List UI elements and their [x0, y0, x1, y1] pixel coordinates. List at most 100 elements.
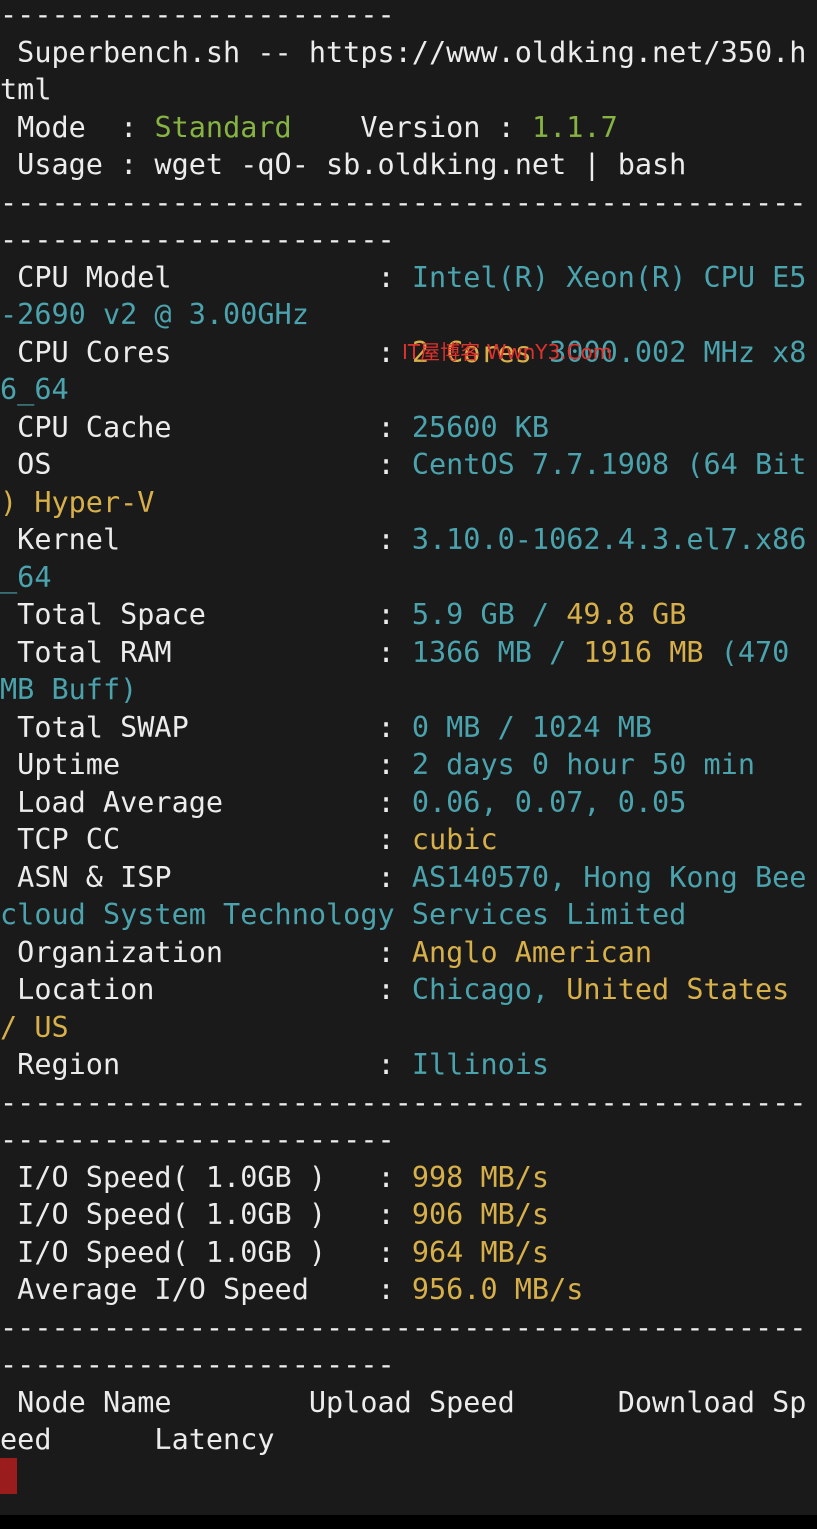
terminal-text-segment: 1366 MB /	[411, 635, 584, 669]
terminal-line: I/O Speed( 1.0GB ) : 964 MB/s	[0, 1234, 549, 1272]
terminal-line: I/O Speed( 1.0GB ) : 906 MB/s	[0, 1196, 549, 1234]
terminal-text-segment: CPU Cores :	[0, 335, 412, 369]
terminal-line: -----------------------	[0, 1121, 395, 1159]
terminal-text-segment: 1916 MB	[583, 635, 704, 669]
terminal-text-segment: cloud System Technology Services Limited	[0, 898, 687, 931]
terminal-text-segment: Standard	[154, 110, 292, 144]
terminal-text-segment: 906 MB/s	[411, 1198, 550, 1231]
terminal-line: Uptime : 2 days 0 hour 50 min	[0, 746, 755, 784]
terminal-text-segment: Intel(R) Xeon(R) CPU E5	[411, 260, 807, 294]
terminal-text-segment: Total Space :	[0, 598, 412, 631]
terminal-line: -----------------------	[0, 0, 395, 34]
terminal-line: Superbench.sh -- https://www.oldking.net…	[0, 34, 806, 72]
terminal-line: 6_64	[0, 371, 69, 409]
terminal-text-segment: I/O Speed( 1.0GB ) :	[0, 1160, 412, 1194]
terminal-text-segment: (470	[703, 635, 790, 669]
terminal-text-segment: Superbench.sh -- https://www.oldking.net…	[0, 35, 807, 69]
terminal-text-segment: tml	[0, 73, 52, 106]
terminal-text-segment: Mode :	[0, 110, 155, 144]
terminal-line: _64	[0, 559, 51, 597]
terminal-text-segment: Uptime :	[0, 748, 412, 781]
terminal-line: Usage : wget -qO- sb.oldking.net | bash	[0, 146, 686, 184]
terminal-text-segment: -----------------------	[0, 0, 395, 31]
terminal-line: -----------------------	[0, 1346, 395, 1384]
terminal-line: CPU Model : Intel(R) Xeon(R) CPU E5	[0, 259, 806, 297]
terminal-text-segment: 0 MB / 1024 MB	[411, 710, 653, 744]
terminal-line: ----------------------------------------…	[0, 1309, 806, 1347]
terminal-text-segment: ----------------------------------------…	[0, 1085, 807, 1119]
terminal-text-segment: 0.06, 0.07, 0.05	[411, 785, 687, 819]
terminal-text-segment: CPU Cache :	[0, 410, 412, 444]
terminal-cursor	[0, 1458, 17, 1494]
terminal-text-segment: / US	[0, 1010, 69, 1044]
terminal-text-segment: Anglo American	[411, 935, 653, 969]
terminal-text-segment: 964 MB/s	[411, 1235, 550, 1269]
terminal-text-segment: Load Average :	[0, 785, 412, 819]
terminal-text-segment: Illinois	[411, 1048, 550, 1081]
terminal-text-segment: 2 days 0 hour 50 min	[411, 748, 755, 781]
terminal-text-segment: ) Hyper-V	[0, 485, 155, 519]
terminal-line: Total SWAP : 0 MB / 1024 MB	[0, 709, 652, 747]
terminal-text-segment: -2690 v2 @ 3.00GHz	[0, 298, 309, 331]
terminal-text-segment: ASN & ISP :	[0, 860, 412, 894]
terminal-text-segment: CPU Model :	[0, 260, 412, 294]
terminal-text-segment: 49.8 GB	[566, 598, 687, 631]
terminal-window[interactable]: ----------------------- Superbench.sh --…	[0, 0, 817, 1515]
terminal-line: I/O Speed( 1.0GB ) : 998 MB/s	[0, 1159, 549, 1197]
terminal-line: Kernel : 3.10.0-1062.4.3.el7.x86	[0, 521, 806, 559]
terminal-line: Total RAM : 1366 MB / 1916 MB (470	[0, 634, 789, 672]
terminal-line: MB Buff)	[0, 671, 137, 709]
terminal-text-segment: 3.10.0-1062.4.3.el7.x86	[411, 523, 807, 556]
terminal-text-segment: Location :	[0, 973, 412, 1006]
terminal-line: Load Average : 0.06, 0.07, 0.05	[0, 784, 686, 822]
terminal-text-segment: 5.9 GB /	[411, 598, 567, 631]
terminal-text-segment: cubic	[411, 823, 498, 856]
terminal-line: Organization : Anglo American	[0, 934, 652, 972]
watermark-text: IT屋博客 WwnY3.Com	[402, 340, 613, 364]
terminal-line: CPU Cache : 25600 KB	[0, 409, 549, 447]
terminal-line: Region : Illinois	[0, 1046, 549, 1084]
terminal-text-segment: CentOS 7.7.1908 (64 Bit	[411, 448, 807, 481]
terminal-text-segment: eed Latency	[0, 1423, 275, 1456]
terminal-text-segment: 25600 KB	[411, 410, 550, 444]
bottom-bar	[0, 1515, 817, 1529]
terminal-text-segment: 956.0 MB/s	[411, 1273, 584, 1306]
terminal-line: Average I/O Speed : 956.0 MB/s	[0, 1271, 583, 1309]
terminal-line: -----------------------	[0, 221, 395, 259]
terminal-text-segment: Chicago,	[411, 973, 567, 1006]
terminal-text-segment: Region :	[0, 1048, 412, 1081]
terminal-line: OS : CentOS 7.7.1908 (64 Bit	[0, 446, 806, 484]
terminal-text-segment: ----------------------------------------…	[0, 185, 807, 219]
terminal-text-segment: ----------------------------------------…	[0, 1310, 807, 1344]
terminal-text-segment: Organization :	[0, 935, 412, 969]
terminal-text-segment: I/O Speed( 1.0GB ) :	[0, 1198, 412, 1231]
terminal-text-segment: Average I/O Speed :	[0, 1273, 412, 1306]
terminal-line: -2690 v2 @ 3.00GHz	[0, 296, 309, 334]
terminal-text-segment: I/O Speed( 1.0GB ) :	[0, 1235, 412, 1269]
terminal-text-segment: Version :	[291, 110, 532, 144]
terminal-line: Mode : Standard Version : 1.1.7	[0, 109, 618, 147]
terminal-line: ) Hyper-V	[0, 484, 154, 522]
terminal-line: Location : Chicago, United States	[0, 971, 789, 1009]
terminal-line: ASN & ISP : AS140570, Hong Kong Bee	[0, 859, 806, 897]
terminal-text-segment: Kernel :	[0, 523, 412, 556]
terminal-text-segment: Total RAM :	[0, 635, 412, 669]
terminal-text-segment: _64	[0, 560, 52, 594]
terminal-text-segment: AS140570, Hong Kong Bee	[411, 860, 807, 894]
terminal-text-segment: Total SWAP :	[0, 710, 412, 744]
terminal-line: tml	[0, 71, 51, 109]
terminal-line: TCP CC : cubic	[0, 821, 498, 859]
terminal-text-segment: MB Buff)	[0, 673, 138, 706]
terminal-text-segment: 1.1.7	[531, 110, 618, 144]
terminal-line: / US	[0, 1009, 69, 1047]
terminal-text-segment: -----------------------	[0, 223, 395, 256]
terminal-line: Total Space : 5.9 GB / 49.8 GB	[0, 596, 686, 634]
terminal-text-segment: Node Name Upload Speed Download Sp	[0, 1385, 807, 1419]
terminal-line: ----------------------------------------…	[0, 1084, 806, 1122]
terminal-text-segment: Usage : wget -qO- sb.oldking.net | bash	[0, 148, 687, 181]
terminal-text-segment: -----------------------	[0, 1348, 395, 1381]
terminal-line: cloud System Technology Services Limited	[0, 896, 686, 934]
terminal-line: eed Latency	[0, 1421, 275, 1459]
terminal-line: ----------------------------------------…	[0, 184, 806, 222]
terminal-text-segment: OS :	[0, 448, 412, 481]
